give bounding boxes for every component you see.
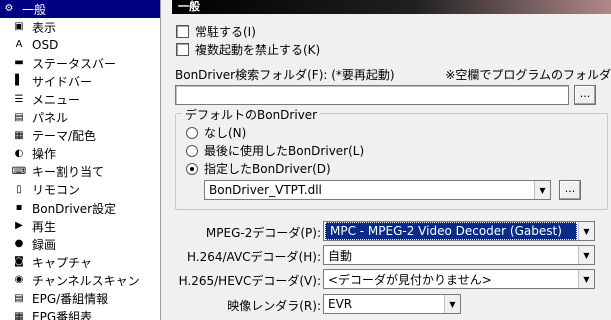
scan-icon: ◉ bbox=[14, 274, 24, 286]
radio-specified-label: 指定したBonDriver(D) bbox=[204, 162, 331, 176]
sidebar-item[interactable]: ☰ メニュー bbox=[0, 90, 160, 108]
bondriver-icon: ▪ bbox=[15, 202, 23, 214]
video-renderer-value: EVR bbox=[328, 297, 353, 311]
sidebar-item-label: サイドバー bbox=[32, 74, 93, 89]
sidebar-item-label: ステータスバー bbox=[32, 56, 117, 71]
camera-icon: ◙ bbox=[14, 256, 24, 268]
radio-last-label: 最後に使用したBonDriver(L) bbox=[204, 144, 365, 158]
bondriver-select-value: BonDriver_VTPT.dll bbox=[209, 183, 322, 197]
h264-decoder-value: 自動 bbox=[328, 248, 353, 263]
sidebar-item[interactable]: A OSD bbox=[0, 36, 160, 54]
h264-decoder-label: H.264/AVCデコーダ(H): bbox=[186, 250, 321, 264]
search-folder-label: BonDriver検索フォルダ(F): (*要再起動) bbox=[175, 68, 395, 82]
search-folder-input[interactable] bbox=[175, 85, 569, 105]
sidebar-item-label: パネル bbox=[32, 111, 69, 126]
bondriver-browse-button[interactable]: ... bbox=[559, 180, 581, 200]
h265-decoder-select[interactable]: <デコーダが見付かりません> ▼ bbox=[323, 269, 595, 289]
epg-table-icon: ▦ bbox=[14, 310, 24, 320]
single-instance-checkbox[interactable] bbox=[176, 43, 189, 56]
sidebar-item[interactable]: ◉ チャンネルスキャン bbox=[0, 271, 160, 289]
sidebar-item[interactable]: ◐ 操作 bbox=[0, 145, 160, 163]
menu-icon: ☰ bbox=[14, 93, 24, 105]
sidebar-item[interactable]: ⌨ キー割り当て bbox=[0, 163, 160, 181]
radio-none-row[interactable]: なし(N) bbox=[186, 124, 246, 141]
display-icon: ▣ bbox=[14, 21, 24, 33]
h264-decoder-select[interactable]: 自動 ▼ bbox=[323, 245, 595, 265]
theme-icon: ▦ bbox=[14, 129, 24, 141]
sidebar-item-label: 表示 bbox=[32, 20, 57, 35]
sidebar-icon: ▌ bbox=[15, 75, 23, 87]
sidebar-item[interactable]: ◙ キャプチャ bbox=[0, 253, 160, 271]
sidebar-item[interactable]: ▬ ステータスバー bbox=[0, 54, 160, 72]
page-title: 一般 bbox=[172, 0, 611, 14]
video-renderer-select[interactable]: EVR ▼ bbox=[323, 294, 461, 314]
sidebar-item-label: 一般 bbox=[22, 2, 47, 17]
sidebar-item[interactable]: ● 録画 bbox=[0, 235, 160, 253]
remote-icon: ▯ bbox=[16, 183, 22, 195]
general-settings-panel: 常駐する(I) 複数起動を禁止する(K) BonDriver検索フォルダ(F):… bbox=[172, 14, 611, 320]
sidebar-item-label: リモコン bbox=[32, 183, 81, 198]
gear-icon: ⚙ bbox=[4, 3, 14, 15]
h265-decoder-label: H.265/HEVCデコーダ(V): bbox=[178, 274, 321, 288]
radio-specified[interactable] bbox=[186, 162, 198, 175]
chevron-down-icon[interactable]: ▼ bbox=[578, 222, 594, 240]
sidebar-item-label: チャンネルスキャン bbox=[32, 273, 140, 288]
keyboard-icon: ⌨ bbox=[11, 165, 27, 177]
blank-folder-note: ※空欄でプログラムのフォルダ bbox=[445, 68, 611, 82]
search-folder-browse-button[interactable]: ... bbox=[574, 85, 596, 105]
sidebar-item-label: EPG番組表 bbox=[32, 310, 93, 320]
radio-specified-row[interactable]: 指定したBonDriver(D) bbox=[186, 160, 331, 177]
chevron-down-icon[interactable]: ▼ bbox=[534, 181, 550, 199]
sidebar-item-label: メニュー bbox=[32, 93, 81, 108]
sidebar-item[interactable]: ▪ BonDriver設定 bbox=[0, 199, 160, 217]
panel-icon: ▤ bbox=[14, 111, 24, 123]
radio-none[interactable] bbox=[186, 126, 198, 139]
sidebar-item-label: EPG/番組情報 bbox=[32, 292, 109, 307]
sidebar-item[interactable]: ▦ EPG番組表 bbox=[0, 308, 160, 320]
statusbar-icon: ▬ bbox=[14, 57, 24, 69]
sidebar-item[interactable]: ▯ リモコン bbox=[0, 181, 160, 199]
resident-checkbox[interactable] bbox=[176, 25, 189, 38]
bondriver-select[interactable]: BonDriver_VTPT.dll ▼ bbox=[204, 180, 551, 200]
sidebar-item[interactable]: ▶ 再生 bbox=[0, 217, 160, 235]
radio-last[interactable] bbox=[186, 144, 198, 157]
default-bondriver-group-title: デフォルトのBonDriver bbox=[182, 106, 321, 123]
settings-category-list[interactable]: ⚙ 一般 ▣ 表示 A OSD ▬ ステータスバー ▌ サイドバー ☰ メニュー ▤ パネル ▦ テーマ/配色… bbox=[0, 0, 161, 320]
sidebar-item-label: OSD bbox=[32, 38, 59, 53]
single-instance-label: 複数起動を禁止する(K) bbox=[195, 43, 321, 57]
chevron-down-icon[interactable]: ▼ bbox=[444, 295, 460, 313]
sidebar-item-label: 録画 bbox=[32, 237, 57, 252]
radio-last-row[interactable]: 最後に使用したBonDriver(L) bbox=[186, 142, 364, 159]
sidebar-item[interactable]: ▦ テーマ/配色 bbox=[0, 127, 160, 145]
sidebar-item-label: キー割り当て bbox=[32, 165, 105, 180]
chevron-down-icon[interactable]: ▼ bbox=[578, 270, 594, 288]
epg-info-icon: ▤ bbox=[14, 292, 24, 304]
resident-label: 常駐する(I) bbox=[195, 25, 256, 39]
h265-decoder-value: <デコーダが見付かりません> bbox=[328, 272, 492, 287]
mouse-icon: ◐ bbox=[14, 147, 24, 159]
radio-none-label: なし(N) bbox=[204, 126, 247, 140]
sidebar-item-label: 操作 bbox=[32, 147, 57, 162]
mpeg2-decoder-value: MPC - MPEG-2 Video Decoder (Gabest) bbox=[325, 222, 577, 240]
resident-checkbox-row[interactable]: 常駐する(I) bbox=[176, 23, 256, 40]
video-renderer-label: 映像レンダラ(R): bbox=[227, 299, 321, 313]
play-icon: ▶ bbox=[15, 220, 23, 232]
single-instance-checkbox-row[interactable]: 複数起動を禁止する(K) bbox=[176, 41, 320, 58]
sidebar-item-label: 再生 bbox=[32, 219, 57, 234]
mpeg2-decoder-label: MPEG-2デコーダ(P): bbox=[205, 226, 321, 240]
sidebar-item-label: BonDriver設定 bbox=[32, 201, 117, 216]
sidebar-item[interactable]: ▤ EPG/番組情報 bbox=[0, 290, 160, 308]
sidebar-item[interactable]: ▤ パネル bbox=[0, 109, 160, 127]
sidebar-item-label: キャプチャ bbox=[32, 255, 92, 270]
sidebar-item[interactable]: ⚙ 一般 bbox=[0, 0, 160, 19]
sidebar-item-label: テーマ/配色 bbox=[32, 129, 97, 144]
chevron-down-icon[interactable]: ▼ bbox=[578, 246, 594, 264]
mpeg2-decoder-select[interactable]: MPC - MPEG-2 Video Decoder (Gabest) ▼ bbox=[323, 221, 595, 241]
sidebar-item[interactable]: ▌ サイドバー bbox=[0, 72, 160, 90]
sidebar-item[interactable]: ▣ 表示 bbox=[0, 18, 160, 36]
osd-icon: A bbox=[15, 39, 23, 51]
record-icon: ● bbox=[14, 238, 24, 250]
